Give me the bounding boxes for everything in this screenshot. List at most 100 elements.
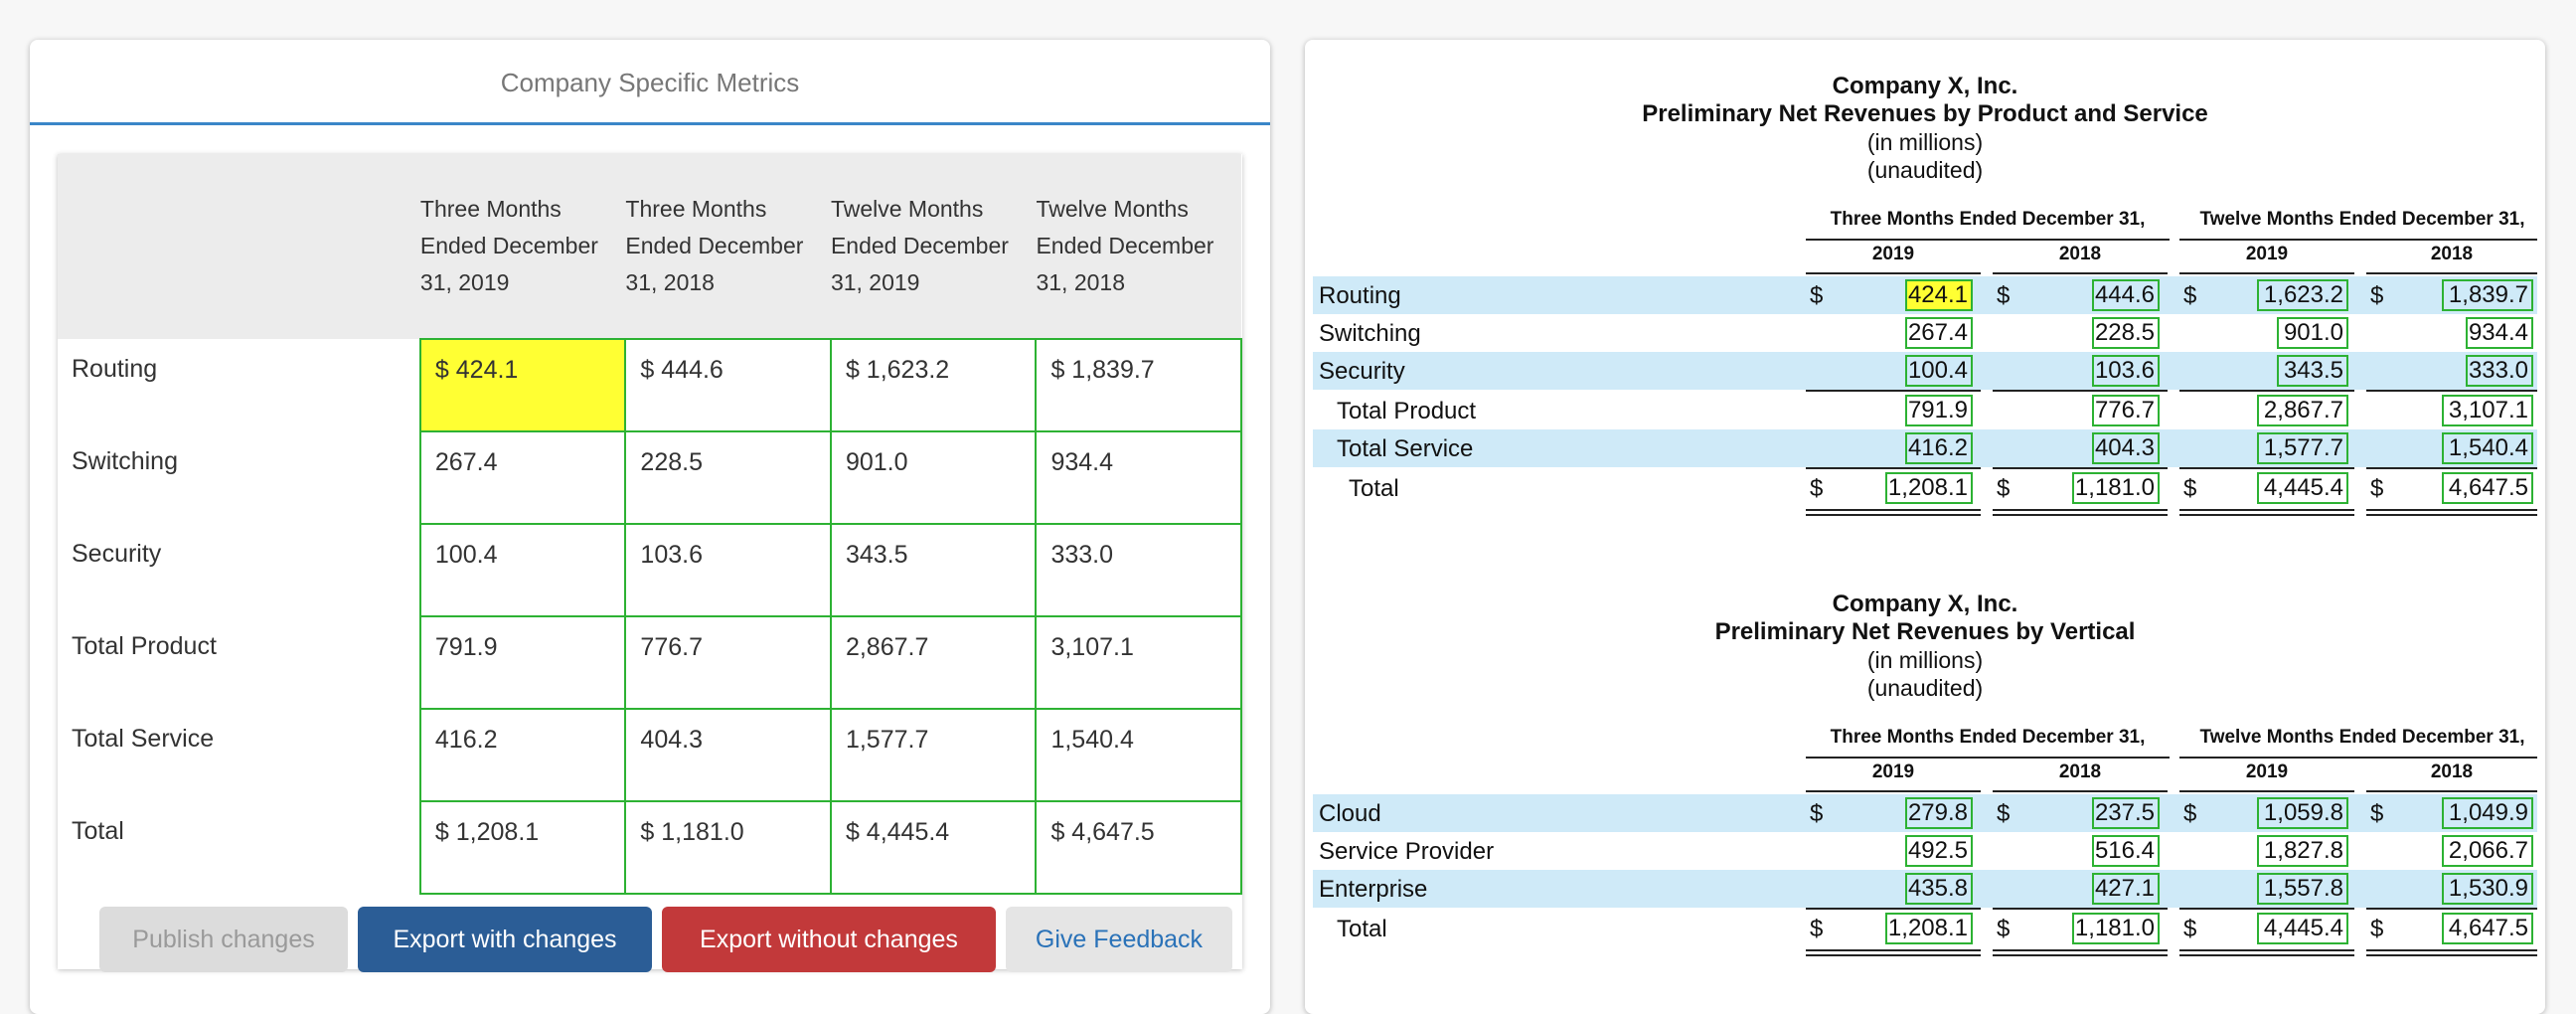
value-cell[interactable]: 1,839.7 [2442, 279, 2533, 311]
value-cell[interactable]: 492.5 [1905, 835, 1973, 867]
value-cell[interactable]: 1,181.0 [2072, 913, 2160, 944]
table-cell[interactable]: $ 4,647.5 [1035, 800, 1242, 895]
value-cell[interactable]: 1,049.9 [2442, 797, 2533, 829]
value-cell[interactable]: 1,623.2 [2257, 279, 2348, 311]
value-cell[interactable]: 427.1 [2092, 873, 2160, 905]
value-cell[interactable]: 791.9 [1905, 395, 1973, 426]
table-cell[interactable]: 404.3 [624, 708, 832, 802]
value-cell[interactable]: 416.2 [1905, 432, 1973, 464]
value-cell[interactable]: 3,107.1 [2442, 395, 2533, 426]
table-cell[interactable]: 267.4 [418, 430, 627, 525]
table-cell[interactable]: 791.9 [418, 615, 627, 710]
row-label: Routing [72, 355, 158, 383]
table-cell[interactable]: 934.4 [1035, 430, 1242, 525]
value-cell[interactable]: 776.7 [2092, 395, 2160, 426]
table1-year: 2018 [2058, 244, 2102, 264]
give-feedback-button[interactable]: Give Feedback [1006, 907, 1232, 972]
value-cell[interactable]: 4,445.4 [2257, 472, 2348, 504]
value-cell[interactable]: 4,647.5 [2442, 472, 2533, 504]
publish-changes-button[interactable]: Publish changes [99, 907, 348, 972]
value-cell[interactable]: 4,445.4 [2257, 913, 2348, 944]
value-cell[interactable]: 934.4 [2466, 317, 2533, 349]
table-header-row: Three Months Ended December 31, 2019 Thr… [58, 154, 1241, 339]
currency-symbol: $ [1810, 916, 1824, 942]
value-cell[interactable]: 1,059.8 [2257, 797, 2348, 829]
value-cell[interactable]: 333.0 [2466, 355, 2533, 387]
table-row: Total Service 416.2 404.3 1,577.7 1,540.… [58, 708, 1242, 802]
table-cell[interactable]: 343.5 [829, 523, 1038, 617]
value-cell[interactable]: 100.4 [1905, 355, 1973, 387]
value-cell[interactable]: 444.6 [2092, 279, 2160, 311]
value-cell[interactable]: 1,557.8 [2257, 873, 2348, 905]
table-cell[interactable]: 1,540.4 [1035, 708, 1242, 802]
table-cell[interactable]: $ 444.6 [624, 338, 832, 432]
row-label: Total [1337, 916, 1387, 942]
table-cell[interactable]: 1,577.7 [829, 708, 1038, 802]
table1-row: Total Service 416.2 404.3 1,577.7 1,540.… [1313, 429, 2537, 467]
value-cell[interactable]: 1,577.7 [2257, 432, 2348, 464]
value-cell[interactable]: 1,208.1 [1885, 913, 1973, 944]
value-cell[interactable]: 237.5 [2092, 797, 2160, 829]
document-preview-panel: Company X, Inc. Preliminary Net Revenues… [1305, 40, 2545, 1014]
value-cell[interactable]: 1,181.0 [2072, 472, 2160, 504]
value-cell[interactable]: 424.1 [1905, 279, 1973, 311]
metrics-grid: Three Months Ended December 31, 2019 Thr… [58, 154, 1242, 969]
value-cell[interactable]: 1,540.4 [2442, 432, 2533, 464]
table2-year: 2018 [2058, 761, 2102, 782]
currency-symbol: $ [2183, 800, 2197, 827]
table1-group-twelve-months: Twelve Months Ended December 31, [2199, 209, 2525, 230]
currency-symbol: $ [1997, 475, 2011, 502]
currency-symbol: $ [1997, 800, 2011, 827]
value-cell[interactable]: 343.5 [2277, 355, 2348, 387]
export-with-changes-button[interactable]: Export with changes [358, 907, 652, 972]
table-cell[interactable]: 2,867.7 [829, 615, 1038, 710]
table-cell[interactable]: 776.7 [624, 615, 832, 710]
table-cell[interactable]: 416.2 [418, 708, 627, 802]
currency-symbol: $ [2183, 475, 2197, 502]
table-cell[interactable]: $ 1,623.2 [829, 338, 1038, 432]
tab-company-specific-metrics[interactable]: Company Specific Metrics [30, 40, 1270, 125]
currency-symbol: $ [2183, 282, 2197, 309]
table-cell[interactable]: 228.5 [624, 430, 832, 525]
table-cell[interactable]: $ 1,181.0 [624, 800, 832, 895]
table1-row: Total Product 791.9 776.7 2,867.7 3,107.… [1313, 392, 2537, 429]
value-cell[interactable]: 279.8 [1905, 797, 1973, 829]
value-cell[interactable]: 267.4 [1905, 317, 1973, 349]
export-without-changes-button[interactable]: Export without changes [662, 907, 996, 972]
value-cell[interactable]: 1,827.8 [2257, 835, 2348, 867]
value-cell[interactable]: 516.4 [2092, 835, 2160, 867]
table-cell[interactable]: $ 1,839.7 [1035, 338, 1242, 432]
table2-year: 2018 [2430, 761, 2474, 782]
value-cell[interactable]: 103.6 [2092, 355, 2160, 387]
table-cell[interactable]: $ 1,208.1 [418, 800, 627, 895]
table1-year: 2018 [2430, 244, 2474, 264]
table-cell[interactable]: 100.4 [418, 523, 627, 617]
value-cell[interactable]: 4,647.5 [2442, 913, 2533, 944]
table1-row: Routing $ 424.1 $ 444.6 $ 1,623.2 $ 1,83… [1313, 276, 2537, 314]
value-cell[interactable]: 435.8 [1905, 873, 1973, 905]
table-cell[interactable]: 901.0 [829, 430, 1038, 525]
row-label: Total [72, 817, 124, 845]
value-cell[interactable]: 2,867.7 [2257, 395, 2348, 426]
table1-year: 2019 [1871, 244, 1915, 264]
table1-title: Preliminary Net Revenues by Product and … [1642, 100, 2208, 127]
value-cell[interactable]: 1,530.9 [2442, 873, 2533, 905]
value-cell[interactable]: 2,066.7 [2442, 835, 2533, 867]
value-cell[interactable]: 404.3 [2092, 432, 2160, 464]
row-label: Security [1319, 358, 1405, 385]
row-label: Switching [72, 447, 178, 475]
value-cell[interactable]: 228.5 [2092, 317, 2160, 349]
table-cell[interactable]: 103.6 [624, 523, 832, 617]
table1: Three Months Ended December 31, Twelve M… [1313, 209, 2537, 547]
column-header-q4-2019: Three Months Ended December 31, 2019 [419, 154, 626, 339]
table-cell[interactable]: $ 4,445.4 [829, 800, 1038, 895]
value-cell[interactable]: 901.0 [2277, 317, 2348, 349]
table-cell[interactable]: 3,107.1 [1035, 615, 1242, 710]
currency-symbol: $ [2370, 916, 2384, 942]
table-cell[interactable]: $ 424.1 [418, 338, 627, 432]
value-cell[interactable]: 1,208.1 [1885, 472, 1973, 504]
table-cell[interactable]: 333.0 [1035, 523, 1242, 617]
table2-row: Enterprise 435.8 427.1 1,557.8 1,530.9 [1313, 870, 2537, 908]
table-row: Switching 267.4 228.5 901.0 934.4 [58, 430, 1242, 525]
metrics-table: Three Months Ended December 31, 2019 Thr… [58, 154, 1242, 895]
